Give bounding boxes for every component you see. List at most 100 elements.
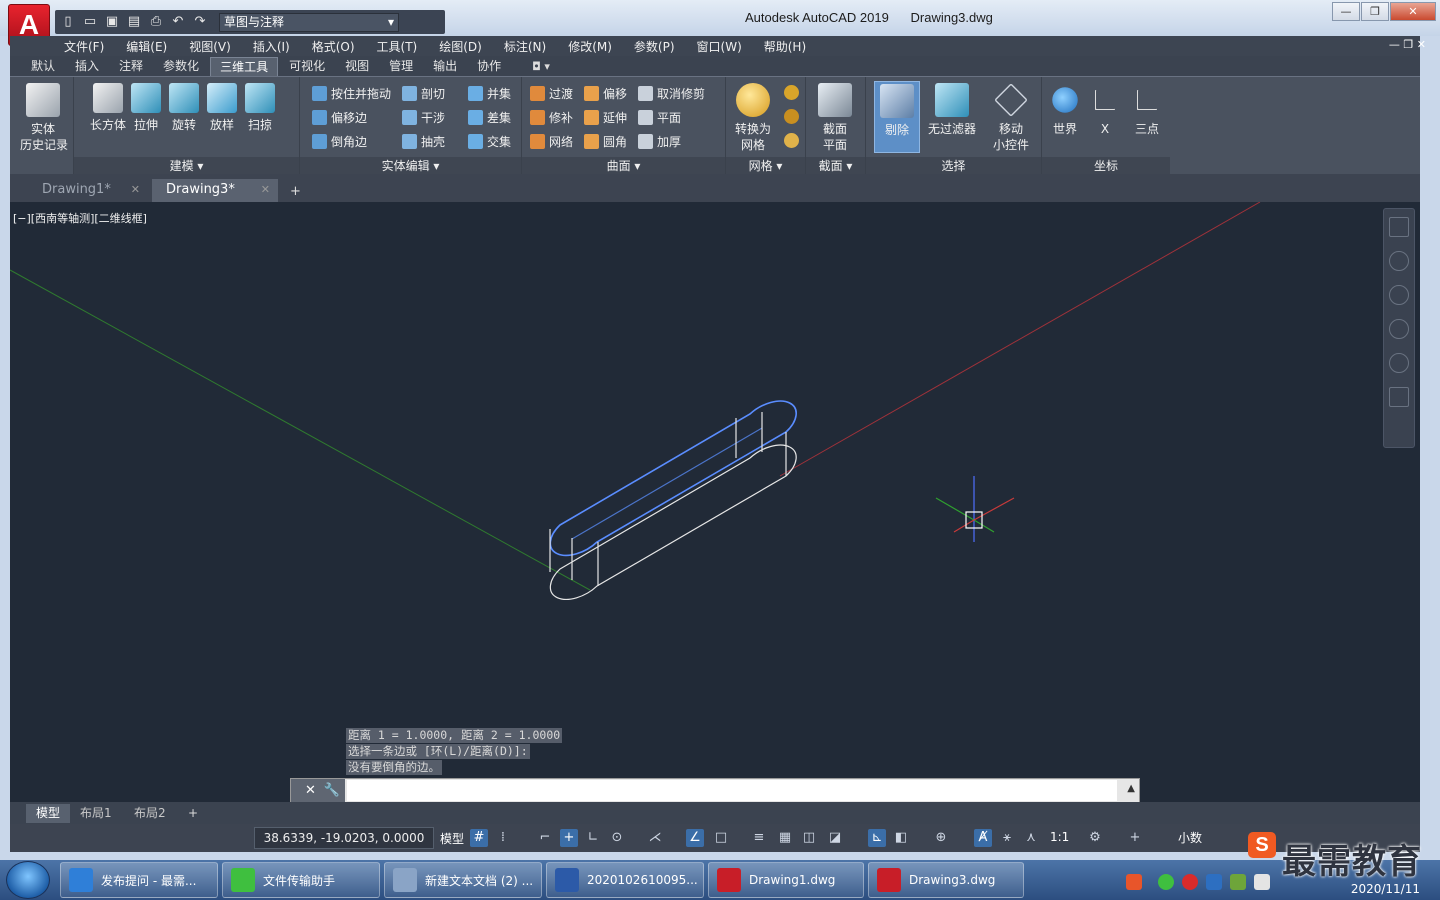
panel-title-surface[interactable]: 曲面 ▾ [522,157,725,175]
selection-cycling-icon[interactable]: ◫ [800,829,818,847]
solid-edit-tool[interactable]: 差集 [468,107,511,127]
grid-icon[interactable]: # [470,829,488,847]
ribbon-tab[interactable]: 管理 [380,57,422,76]
panel-title-mesh[interactable]: 网格 ▾ [726,157,805,175]
redo-icon[interactable]: ↷ [191,13,209,31]
close-button[interactable]: ✕ [1390,2,1436,21]
taskbar-item[interactable]: 发布提问 - 最需... [60,862,218,898]
ribbon-tab[interactable]: 默认 [22,57,64,76]
ribbon-tab[interactable]: 协作 [468,57,510,76]
isodraft-icon[interactable]: ⋌ [646,829,664,847]
drawing-viewport[interactable]: [−][西南等轴测][二维线框] 距离 1 = 1.0000, 距离 2 = 1… [10,202,1420,802]
surface-tool[interactable]: 过渡 [530,83,573,103]
start-button[interactable] [6,861,50,899]
solid-edit-tool[interactable]: 剖切 [402,83,445,103]
no-filter-button[interactable]: 无过滤器 [924,81,980,137]
chevron-up-icon[interactable]: ▲ [1127,783,1135,794]
ribbon-minimize-icon[interactable]: ◘ ▾ [532,57,550,76]
steering-wheel-icon[interactable] [1389,251,1409,271]
solid-edit-tool[interactable]: 抽壳 [402,131,445,151]
wechat-icon[interactable] [1158,874,1174,890]
menu-item[interactable]: 视图(V) [189,38,231,55]
surface-tool[interactable]: 加厚 [638,131,681,151]
menu-item[interactable]: 工具(T) [377,38,418,55]
menu-item[interactable]: 参数(P) [634,38,675,55]
minimize-button[interactable]: — [1332,2,1360,21]
taskbar-item[interactable]: 新建文本文档 (2) ... [384,862,542,898]
panel-title-modeling[interactable]: 建模 ▾ [74,157,299,175]
clock-date[interactable]: 2020/11/11 [1351,882,1420,896]
surface-tool[interactable]: 延伸 [584,107,627,127]
command-input[interactable] [347,780,1117,801]
pan-hand-icon[interactable] [1389,285,1409,305]
panel-title-coordinates[interactable]: 坐标 [1042,157,1170,175]
solid-edit-tool[interactable]: 倒角边 [312,131,367,151]
orbit-icon[interactable] [1389,353,1409,373]
solid-edit-tool[interactable]: 偏移边 [312,107,367,127]
sogou-icon[interactable] [1126,874,1142,890]
menu-item[interactable]: 帮助(H) [764,38,806,55]
print-icon[interactable]: ⎙ [147,13,165,31]
surface-tool[interactable]: 修补 [530,107,573,127]
dynamic-input-icon[interactable]: + [560,829,578,847]
mesh-smooth-icon[interactable] [784,85,799,100]
save-icon[interactable]: ▣ [103,13,121,31]
modeling-button[interactable]: 长方体 [88,81,128,133]
surface-tool[interactable]: 平面 [638,107,681,127]
file-tab-drawing1[interactable]: Drawing1* ✕ [28,179,148,202]
object-snap-icon[interactable]: □ [712,829,730,847]
annotation-scale-icon[interactable]: ⋏ [1022,829,1040,847]
solid-edit-tool[interactable]: 并集 [468,83,511,103]
surface-tool[interactable]: 取消修剪 [638,83,705,103]
workspace-dropdown[interactable]: 草图与注释 ▾ [219,12,399,32]
dynamic-ucs-icon[interactable]: ⊾ [868,829,886,847]
ucs-three-point-button[interactable]: 三点 [1124,81,1170,137]
viewport-controls-label[interactable]: [−][西南等轴测][二维线框] [13,210,147,226]
viewcube-icon[interactable] [1389,217,1409,237]
menu-item[interactable]: 绘图(D) [439,38,482,55]
shield-icon[interactable] [1206,874,1222,890]
ribbon-tab[interactable]: 可视化 [280,57,334,76]
transparency-icon[interactable]: ▦ [776,829,794,847]
panel-title-solid-edit[interactable]: 实体编辑 ▾ [300,157,521,175]
solid-edit-tool[interactable]: 按住并拖动 [312,83,391,103]
solid-edit-tool[interactable]: 交集 [468,131,511,151]
3d-osnap-icon[interactable]: ◪ [826,829,844,847]
section-plane-button[interactable]: 截面 平面 [812,81,858,153]
menu-item[interactable]: 文件(F) [64,38,104,55]
solid-edit-tool[interactable]: 干涉 [402,107,445,127]
open-icon[interactable]: ▭ [81,13,99,31]
close-icon[interactable]: ✕ [305,783,316,798]
ribbon-tab[interactable]: 输出 [424,57,466,76]
new-tab-button[interactable]: + [284,181,308,204]
taskbar-item[interactable]: Drawing1.dwg [708,862,864,898]
ribbon-tab[interactable]: 注释 [110,57,152,76]
layout-tab-layout2[interactable]: 布局2 [124,804,176,823]
gizmo-status-icon[interactable]: ⊕ [932,829,950,847]
weibo-icon[interactable] [1182,874,1198,890]
taskbar-item[interactable]: 文件传输助手 [222,862,380,898]
add-layout-button[interactable]: + [178,804,208,823]
menu-item[interactable]: 修改(M) [568,38,612,55]
selection-filter-icon[interactable]: ◧ [892,829,910,847]
document-controls[interactable]: — ❐ ✕ [1389,38,1426,51]
coordinates-display[interactable]: 38.6339, -19.0203, 0.0000 [254,827,434,849]
wrench-icon[interactable]: 🔧 [324,783,340,798]
zoom-extents-icon[interactable] [1389,319,1409,339]
showmotion-icon[interactable] [1389,387,1409,407]
menu-item[interactable]: 插入(I) [253,38,290,55]
layout-tab-model[interactable]: 模型 [26,804,71,823]
network-icon[interactable] [1230,874,1246,890]
plus-icon[interactable]: + [1126,829,1144,847]
culling-button[interactable]: 剔除 [874,81,920,153]
modeling-button[interactable]: 放样 [202,81,242,133]
auto-scale-icon[interactable]: ⚹ [998,829,1016,847]
ribbon-tab[interactable]: 三维工具 [210,57,279,76]
solid-history-button[interactable]: 实体 历史记录 [20,81,68,153]
snap-icon[interactable]: ⁞ [494,829,512,847]
layout-tab-layout1[interactable]: 布局1 [70,804,122,823]
slot-solid-wireframe[interactable] [549,400,797,600]
ucs-x-button[interactable]: X [1082,81,1128,137]
mesh-crease-icon[interactable] [784,133,799,148]
modeling-button[interactable]: 旋转 [164,81,204,133]
